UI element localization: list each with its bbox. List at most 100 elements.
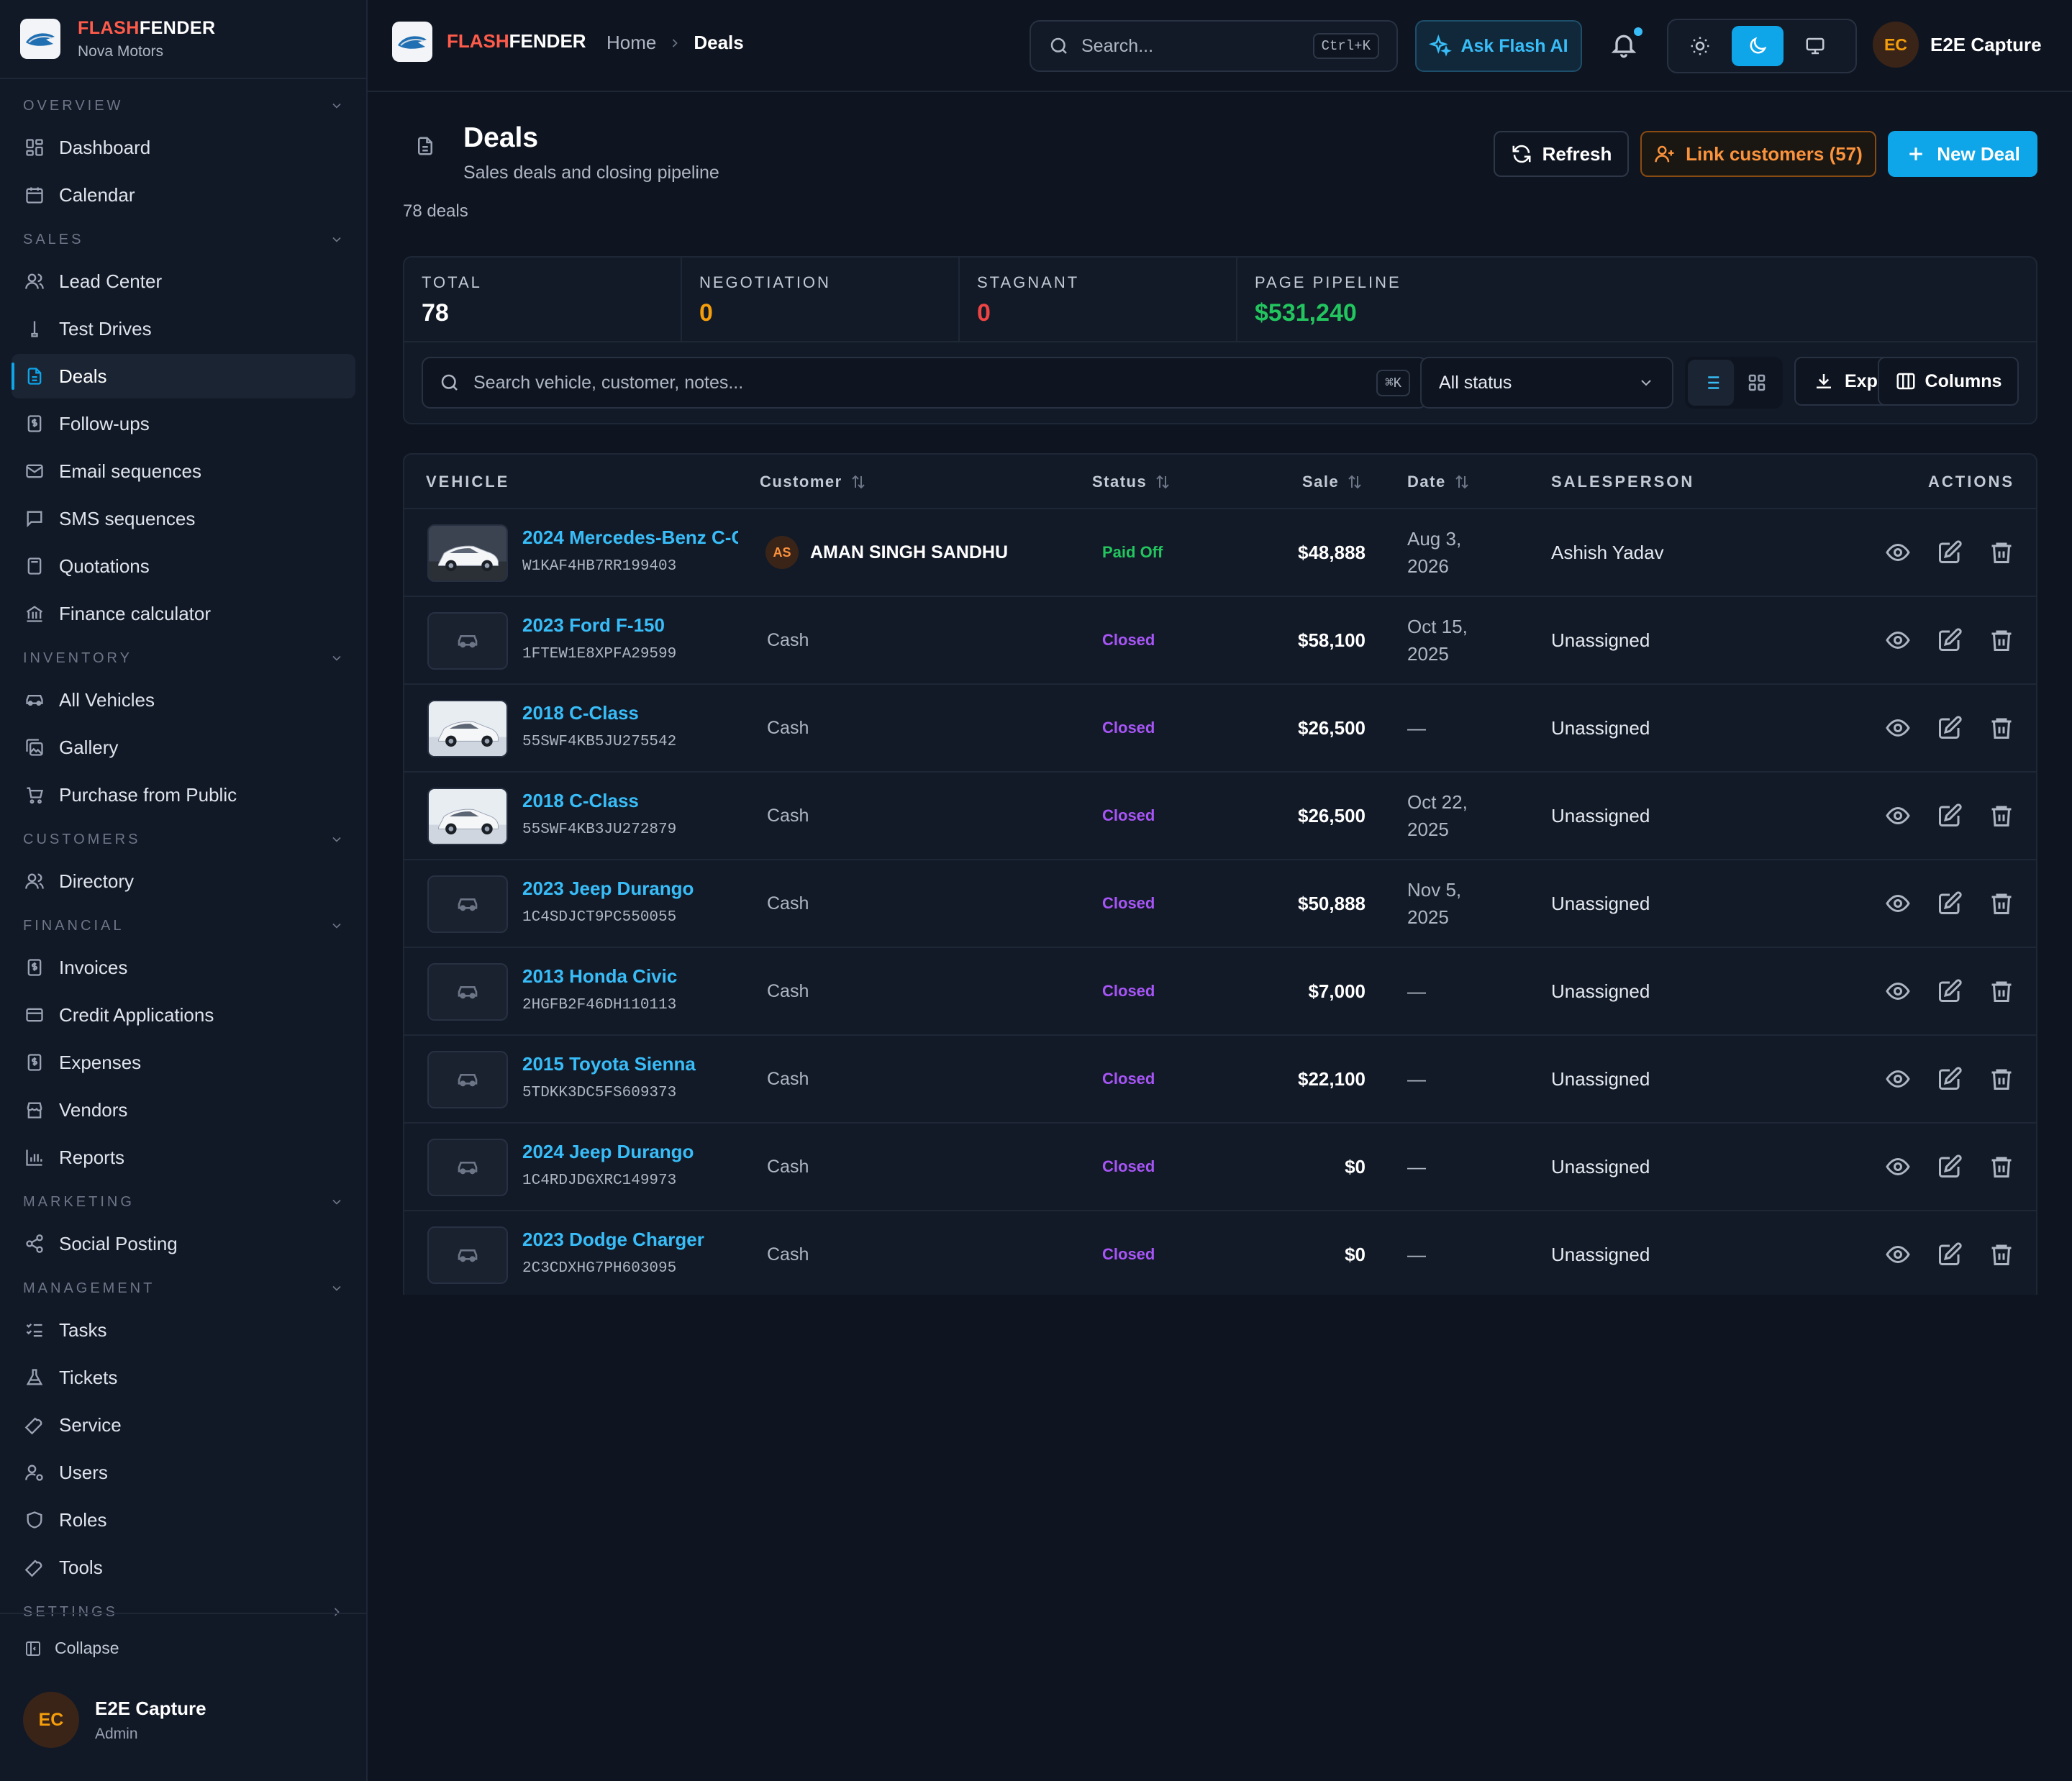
edit-icon[interactable] [1937, 1154, 1963, 1180]
sidebar-item-quotations[interactable]: Quotations [12, 544, 355, 588]
sidebar-item-vendors[interactable]: Vendors [12, 1088, 355, 1132]
table-row[interactable]: 2023 Ford F-150 1FTEW1E8XPFA29599 Cash Clos… [404, 597, 2036, 685]
brand-logo[interactable] [392, 22, 432, 62]
trash-icon[interactable] [1989, 627, 2014, 653]
vehicle-thumbnail[interactable] [427, 963, 508, 1021]
dark-theme-button[interactable] [1732, 26, 1784, 66]
sidebar-item-tickets[interactable]: Tickets [12, 1355, 355, 1400]
sidebar-item-tools[interactable]: Tools [12, 1545, 355, 1590]
trash-icon[interactable] [1989, 1242, 2014, 1267]
vehicle-link[interactable]: 2023 Jeep Durango [522, 878, 694, 900]
sidebar-item-finance-calculator[interactable]: Finance calculator [12, 591, 355, 636]
sidebar-item-roles[interactable]: Roles [12, 1498, 355, 1542]
sidebar-item-lead-center[interactable]: Lead Center [12, 259, 355, 304]
edit-icon[interactable] [1937, 715, 1963, 741]
sidebar-item-invoices[interactable]: Invoices [12, 945, 355, 990]
eye-icon[interactable] [1885, 715, 1911, 741]
sidebar-section-customers[interactable]: CUSTOMERS [12, 820, 355, 859]
sidebar-section-inventory[interactable]: INVENTORY [12, 639, 355, 678]
table-row[interactable]: 2013 Honda Civic 2HGFB2F46DH110113 Cash Clo… [404, 948, 2036, 1036]
global-search-input[interactable]: Search... Ctrl+K [1030, 20, 1398, 72]
sidebar-user[interactable]: EC E2E Capture Admin [23, 1692, 206, 1748]
sidebar-item-calendar[interactable]: Calendar [12, 173, 355, 217]
eye-icon[interactable] [1885, 539, 1911, 565]
vehicle-link[interactable]: 2013 Honda Civic [522, 965, 677, 988]
eye-icon[interactable] [1885, 1154, 1911, 1180]
ask-ai-button[interactable]: Ask Flash AI [1415, 20, 1582, 72]
sidebar-item-purchase-from-public[interactable]: Purchase from Public [12, 773, 355, 817]
vehicle-thumbnail[interactable] [427, 700, 508, 757]
vehicle-thumbnail[interactable] [427, 788, 508, 845]
edit-icon[interactable] [1937, 978, 1963, 1004]
customer-cell[interactable]: AS AMAN SINGH SANDHU [765, 509, 1008, 596]
sidebar-item-directory[interactable]: Directory [12, 859, 355, 903]
table-row[interactable]: 2015 Toyota Sienna 5TDKK3DC5FS609373 Cash C… [404, 1036, 2036, 1124]
vehicle-link[interactable]: 2024 Mercedes-Benz C-Class [522, 527, 738, 549]
status-filter-select[interactable]: All status [1420, 357, 1673, 409]
vehicle-link[interactable]: 2023 Dodge Charger [522, 1229, 704, 1251]
refresh-button[interactable]: Refresh [1494, 131, 1629, 177]
vehicle-link[interactable]: 2018 C-Class [522, 702, 639, 724]
edit-icon[interactable] [1937, 803, 1963, 829]
vehicle-thumbnail[interactable] [427, 1139, 508, 1196]
sidebar-section-financial[interactable]: FINANCIAL [12, 906, 355, 945]
link-customers-button[interactable]: Link customers (57) [1640, 131, 1876, 177]
eye-icon[interactable] [1885, 1066, 1911, 1092]
sidebar-item-follow-ups[interactable]: Follow-ups [12, 401, 355, 446]
trash-icon[interactable] [1989, 803, 2014, 829]
columns-button[interactable]: Columns [1878, 357, 2019, 406]
edit-icon[interactable] [1937, 890, 1963, 916]
user-menu[interactable]: EC E2E Capture [1873, 22, 2042, 68]
vehicle-thumbnail[interactable] [427, 612, 508, 670]
header-date[interactable]: Date [1407, 455, 1471, 509]
sidebar-section-settings[interactable]: SETTINGS [12, 1593, 355, 1631]
trash-icon[interactable] [1989, 1066, 2014, 1092]
sidebar-section-management[interactable]: MANAGEMENT [12, 1269, 355, 1308]
eye-icon[interactable] [1885, 1242, 1911, 1267]
sidebar-item-credit-applications[interactable]: Credit Applications [12, 993, 355, 1037]
light-theme-button[interactable] [1674, 26, 1726, 66]
new-deal-button[interactable]: New Deal [1888, 131, 2037, 177]
vehicle-link[interactable]: 2024 Jeep Durango [522, 1141, 694, 1163]
sidebar-item-gallery[interactable]: Gallery [12, 725, 355, 770]
header-status[interactable]: Status [1092, 455, 1171, 509]
vehicle-thumbnail[interactable] [427, 1226, 508, 1284]
vehicle-thumbnail[interactable] [427, 875, 508, 933]
sidebar-item-deals[interactable]: Deals [12, 354, 355, 398]
breadcrumb-home[interactable]: Home [606, 32, 656, 54]
eye-icon[interactable] [1885, 803, 1911, 829]
trash-icon[interactable] [1989, 715, 2014, 741]
vehicle-link[interactable]: 2015 Toyota Sienna [522, 1053, 696, 1075]
sidebar-item-dashboard[interactable]: Dashboard [12, 125, 355, 170]
edit-icon[interactable] [1937, 627, 1963, 653]
vehicle-link[interactable]: 2023 Ford F-150 [522, 614, 665, 637]
vehicle-link[interactable]: 2018 C-Class [522, 790, 639, 812]
edit-icon[interactable] [1937, 1242, 1963, 1267]
sidebar-item-service[interactable]: Service [12, 1403, 355, 1447]
table-row[interactable]: 2023 Dodge Charger 2C3CDXHG7PH603095 Cash C… [404, 1211, 2036, 1295]
table-row[interactable]: 2024 Jeep Durango 1C4RDJDGXRC149973 Cash Cl… [404, 1124, 2036, 1211]
sidebar-item-all-vehicles[interactable]: All Vehicles [12, 678, 355, 722]
eye-icon[interactable] [1885, 978, 1911, 1004]
eye-icon[interactable] [1885, 627, 1911, 653]
table-row[interactable]: 2023 Jeep Durango 1C4SDJCT9PC550055 Cash Cl… [404, 860, 2036, 948]
trash-icon[interactable] [1989, 978, 2014, 1004]
header-sale[interactable]: Sale [1302, 455, 1363, 509]
grid-view-button[interactable] [1734, 360, 1780, 406]
list-view-button[interactable] [1688, 360, 1734, 406]
table-row[interactable]: 2018 C-Class 55SWF4KB5JU275542 Cash Closed $… [404, 685, 2036, 773]
sidebar-item-reports[interactable]: Reports [12, 1135, 355, 1180]
sidebar-item-sms-sequences[interactable]: SMS sequences [12, 496, 355, 541]
eye-icon[interactable] [1885, 890, 1911, 916]
sidebar-item-email-sequences[interactable]: Email sequences [12, 449, 355, 493]
sidebar-item-tasks[interactable]: Tasks [12, 1308, 355, 1352]
trash-icon[interactable] [1989, 890, 2014, 916]
deal-search-input[interactable]: Search vehicle, customer, notes... ⌘K [422, 357, 1427, 409]
sidebar-brand[interactable]: FLASHFENDER Nova Motors [20, 17, 216, 60]
sidebar-section-sales[interactable]: SALES [12, 220, 355, 259]
trash-icon[interactable] [1989, 1154, 2014, 1180]
system-theme-button[interactable] [1789, 26, 1841, 66]
sidebar-item-social-posting[interactable]: Social Posting [12, 1221, 355, 1266]
sidebar-section-overview[interactable]: OVERVIEW [12, 86, 355, 125]
table-row[interactable]: 2018 C-Class 55SWF4KB3JU272879 Cash Closed $… [404, 773, 2036, 860]
